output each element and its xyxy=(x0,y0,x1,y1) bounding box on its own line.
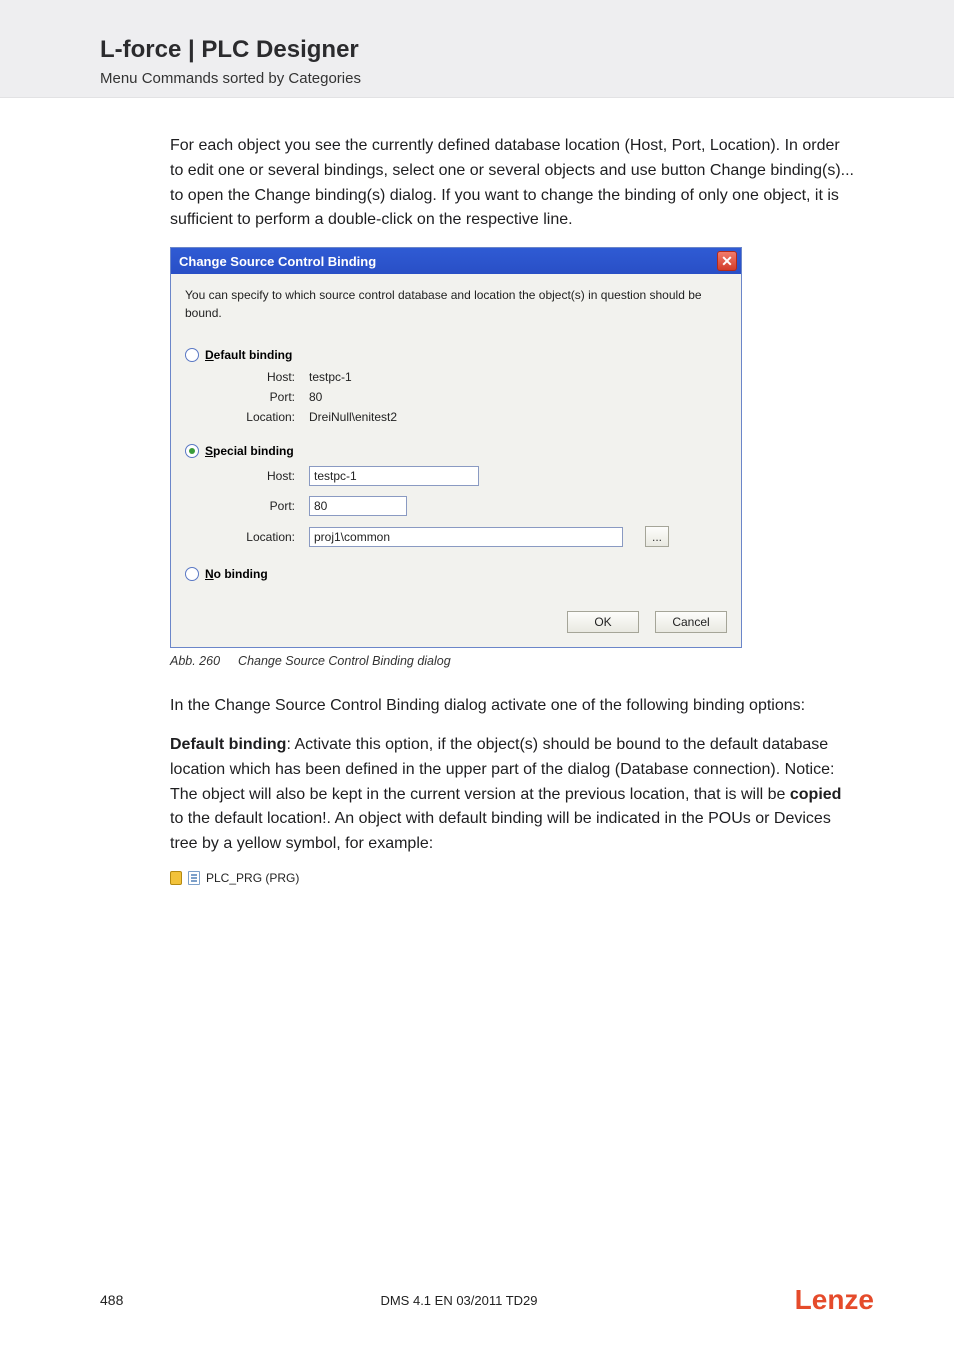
intro-paragraph: For each object you see the currently de… xyxy=(170,134,854,233)
radio-no-binding-row[interactable]: No binding xyxy=(171,567,727,581)
cancel-button[interactable]: Cancel xyxy=(655,611,727,633)
change-binding-dialog: Change Source Control Binding ✕ You can … xyxy=(170,247,742,648)
icon-example: PLC_PRG (PRG) xyxy=(170,871,854,885)
radio-special-binding-row[interactable]: Special binding xyxy=(185,444,727,458)
default-location-value: DreiNull\enitest2 xyxy=(309,410,397,424)
default-location-label: Location: xyxy=(223,410,309,424)
special-location-input[interactable] xyxy=(309,527,623,547)
special-location-label: Location: xyxy=(223,530,309,544)
yellow-binding-icon xyxy=(170,871,182,885)
page-footer: 488 DMS 4.1 EN 03/2011 TD29 Lenze xyxy=(0,1284,954,1316)
radio-default-binding[interactable] xyxy=(185,348,199,362)
default-port-label: Port: xyxy=(223,390,309,404)
doc-title: L-force | PLC Designer xyxy=(100,36,874,64)
special-host-input[interactable] xyxy=(309,466,479,486)
default-host-value: testpc-1 xyxy=(309,370,352,384)
radio-default-label: Default binding xyxy=(205,348,292,362)
dialog-titlebar[interactable]: Change Source Control Binding ✕ xyxy=(171,248,741,274)
special-port-label: Port: xyxy=(223,499,309,513)
special-port-input[interactable] xyxy=(309,496,407,516)
close-button[interactable]: ✕ xyxy=(717,251,737,271)
special-host-label: Host: xyxy=(223,469,309,483)
default-port-value: 80 xyxy=(309,390,322,404)
lenze-logo: Lenze xyxy=(795,1284,874,1316)
close-icon: ✕ xyxy=(721,253,733,270)
radio-special-binding[interactable] xyxy=(185,444,199,458)
dialog-description: You can specify to which source control … xyxy=(185,286,727,322)
icon-example-text: PLC_PRG (PRG) xyxy=(206,871,299,885)
radio-no-binding-label: No binding xyxy=(205,567,268,581)
radio-default-binding-row[interactable]: Default binding xyxy=(185,348,727,362)
document-id: DMS 4.1 EN 03/2011 TD29 xyxy=(380,1293,537,1308)
page-header: L-force | PLC Designer Menu Commands sor… xyxy=(0,0,954,98)
default-host-label: Host: xyxy=(223,370,309,384)
radio-special-label: Special binding xyxy=(205,444,294,458)
figure-caption: Abb. 260Change Source Control Binding di… xyxy=(170,654,854,668)
para-default-binding: Default binding: Activate this option, i… xyxy=(170,733,854,857)
page-number: 488 xyxy=(100,1292,123,1308)
document-icon xyxy=(188,871,200,885)
radio-no-binding[interactable] xyxy=(185,567,199,581)
doc-subtitle: Menu Commands sorted by Categories xyxy=(100,70,874,87)
ok-button[interactable]: OK xyxy=(567,611,639,633)
browse-location-button[interactable]: ... xyxy=(645,526,669,547)
dialog-title: Change Source Control Binding xyxy=(179,254,376,269)
para-options-intro: In the Change Source Control Binding dia… xyxy=(170,694,854,719)
